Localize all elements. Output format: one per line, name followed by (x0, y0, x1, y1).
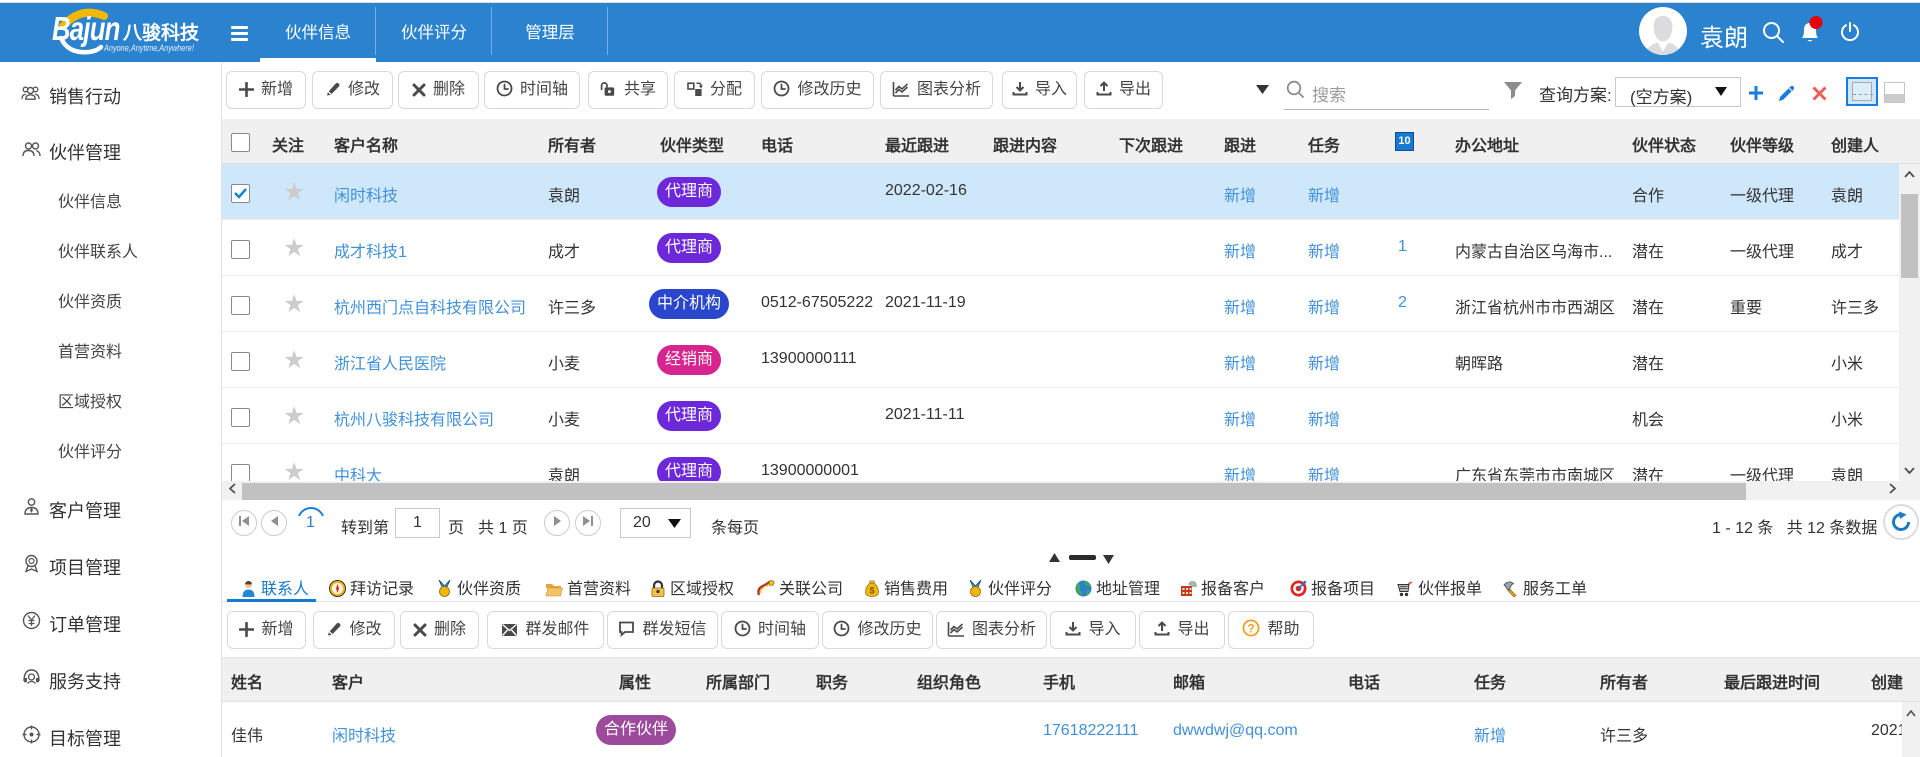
svg-text:$: $ (869, 586, 874, 596)
svg-text:?: ? (1248, 622, 1255, 636)
